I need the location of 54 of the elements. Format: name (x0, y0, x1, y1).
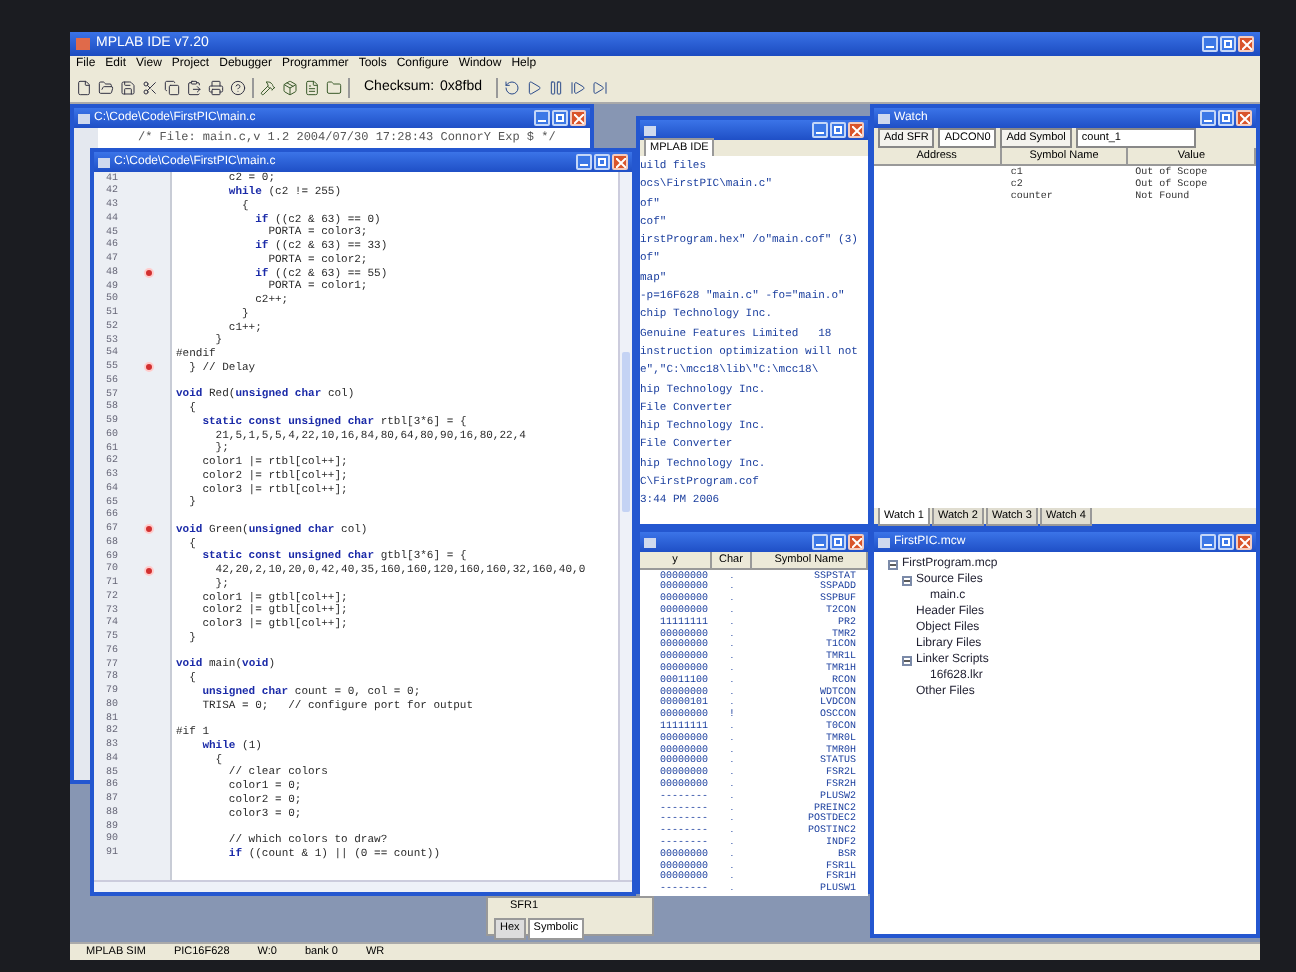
minimize-button[interactable] (534, 110, 550, 126)
skip-icon[interactable] (592, 80, 609, 96)
maximize-button[interactable] (1218, 110, 1234, 126)
new-file-icon[interactable] (76, 80, 92, 96)
collapse-toggle-icon[interactable] (902, 575, 912, 585)
breakpoint-icon[interactable] (143, 268, 153, 279)
run-icon[interactable] (526, 80, 543, 96)
scissors-icon[interactable] (142, 80, 158, 96)
maximize-button[interactable] (1220, 36, 1236, 52)
close-button[interactable] (570, 110, 586, 126)
maximize-button[interactable] (1218, 534, 1234, 550)
paste-icon[interactable] (186, 80, 202, 96)
vertical-scrollbar[interactable] (618, 172, 632, 880)
copy-icon[interactable] (164, 80, 180, 96)
breakpoint-icon[interactable] (143, 524, 153, 535)
breakpoint-icon[interactable] (143, 565, 153, 576)
document-icon[interactable] (304, 80, 320, 96)
maximize-button[interactable] (830, 534, 846, 550)
maximize-button[interactable] (830, 122, 846, 138)
maximize-button[interactable] (552, 110, 568, 126)
maximize-button[interactable] (594, 154, 610, 170)
save-icon[interactable] (120, 80, 136, 96)
app-icon (644, 125, 656, 135)
collapse-toggle-icon[interactable] (902, 655, 912, 665)
close-button[interactable] (848, 534, 864, 550)
close-button[interactable] (1238, 36, 1254, 52)
collapse-toggle-icon[interactable] (888, 559, 898, 569)
help-icon[interactable] (230, 80, 246, 96)
close-button[interactable] (1236, 110, 1252, 126)
app-icon (76, 38, 90, 50)
app-icon (98, 157, 110, 167)
app-icon (78, 113, 90, 123)
close-button[interactable] (848, 122, 864, 138)
minimize-button[interactable] (812, 122, 828, 138)
folder-icon[interactable] (326, 80, 342, 96)
hammer-icon[interactable] (260, 80, 276, 96)
minimize-button[interactable] (1200, 110, 1216, 126)
minimize-button[interactable] (1200, 534, 1216, 550)
breakpoint-icon[interactable] (143, 362, 153, 373)
app-icon (878, 113, 890, 123)
close-button[interactable] (612, 154, 628, 170)
open-folder-icon[interactable] (98, 80, 114, 96)
app-icon (878, 537, 890, 547)
minimize-button[interactable] (1202, 36, 1218, 52)
minimize-button[interactable] (812, 534, 828, 550)
printer-icon[interactable] (208, 80, 224, 96)
package-icon[interactable] (282, 80, 298, 96)
close-button[interactable] (1236, 534, 1252, 550)
minimize-button[interactable] (576, 154, 592, 170)
pause-icon[interactable] (548, 80, 565, 96)
horizontal-scrollbar[interactable] (94, 880, 632, 892)
app-icon (644, 537, 656, 547)
step-icon[interactable] (570, 80, 587, 96)
reset-icon[interactable] (504, 80, 521, 96)
